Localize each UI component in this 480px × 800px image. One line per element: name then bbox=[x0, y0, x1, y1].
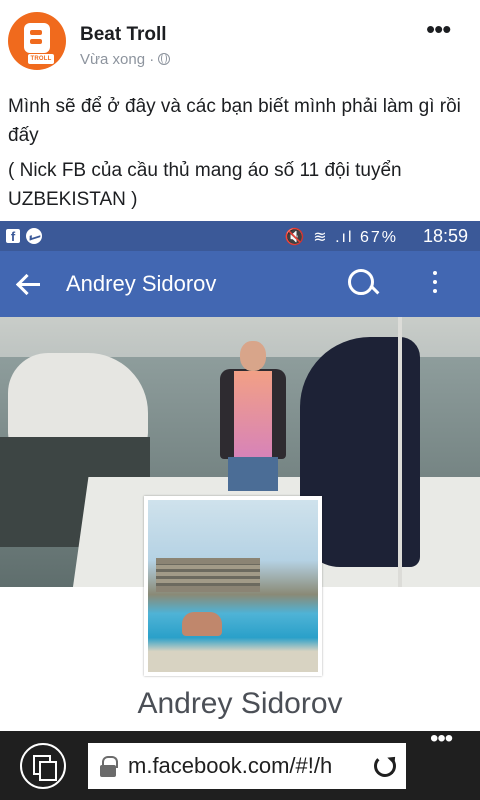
search-icon[interactable] bbox=[348, 269, 378, 299]
battery-level: 67% bbox=[359, 229, 398, 246]
globe-icon bbox=[158, 53, 171, 65]
post-more-icon[interactable]: ••• bbox=[426, 16, 456, 42]
post-text: Mình sẽ để ở đây và các bạn biết mình ph… bbox=[8, 92, 472, 220]
post-image-screenshot[interactable]: f 🔇 ≋ .ıl 67% 18:59 Andrey Sidorov Andre… bbox=[0, 221, 480, 731]
status-icons: 🔇 ≋ .ıl 67% bbox=[285, 227, 398, 247]
status-bar: f 🔇 ≋ .ıl 67% 18:59 bbox=[0, 221, 480, 251]
back-arrow-icon[interactable] bbox=[16, 271, 42, 297]
address-bar[interactable]: m.facebook.com/#!/h bbox=[88, 743, 406, 789]
url-text[interactable]: m.facebook.com/#!/h bbox=[128, 753, 332, 779]
app-bar-title: Andrey Sidorov bbox=[66, 271, 217, 296]
browser-more-icon[interactable]: ••• bbox=[430, 727, 462, 751]
post-time-text: Vừa xong · bbox=[80, 51, 155, 68]
profile-hotel-building bbox=[156, 558, 260, 592]
post-text-line: Mình sẽ để ở đây và các bạn biết mình ph… bbox=[8, 96, 461, 146]
post-text-line: ( Nick FB của cầu thủ mang áo số 11 đội … bbox=[8, 160, 402, 210]
tabs-icon[interactable] bbox=[20, 743, 66, 789]
profile-person-in-pool bbox=[182, 612, 222, 636]
profile-name: Andrey Sidorov bbox=[137, 687, 343, 720]
page-name[interactable]: Beat Troll bbox=[80, 24, 167, 46]
profile-picture-image bbox=[148, 500, 318, 672]
cover-mast bbox=[398, 317, 402, 587]
facebook-notification-icon: f bbox=[6, 229, 20, 244]
messenger-notification-icon bbox=[26, 228, 42, 244]
signal-icons: 🔇 ≋ .ıl bbox=[284, 229, 354, 246]
overflow-menu-icon[interactable] bbox=[428, 271, 442, 297]
avatar-label: TROLL bbox=[28, 54, 54, 64]
app-bar: Andrey Sidorov bbox=[0, 251, 480, 317]
post-header: TROLL Beat Troll Vừa xong · ••• bbox=[0, 0, 480, 84]
post-timestamp: Vừa xong · bbox=[80, 51, 171, 68]
profile-picture[interactable] bbox=[144, 496, 322, 676]
cover-person bbox=[214, 341, 290, 491]
page-avatar[interactable]: TROLL bbox=[8, 12, 66, 70]
status-time: 18:59 bbox=[422, 226, 468, 246]
blogger-logo-icon bbox=[24, 23, 50, 53]
browser-bottom-bar: m.facebook.com/#!/h ••• bbox=[0, 727, 480, 800]
lock-icon bbox=[100, 756, 118, 777]
reload-icon[interactable] bbox=[374, 755, 396, 777]
